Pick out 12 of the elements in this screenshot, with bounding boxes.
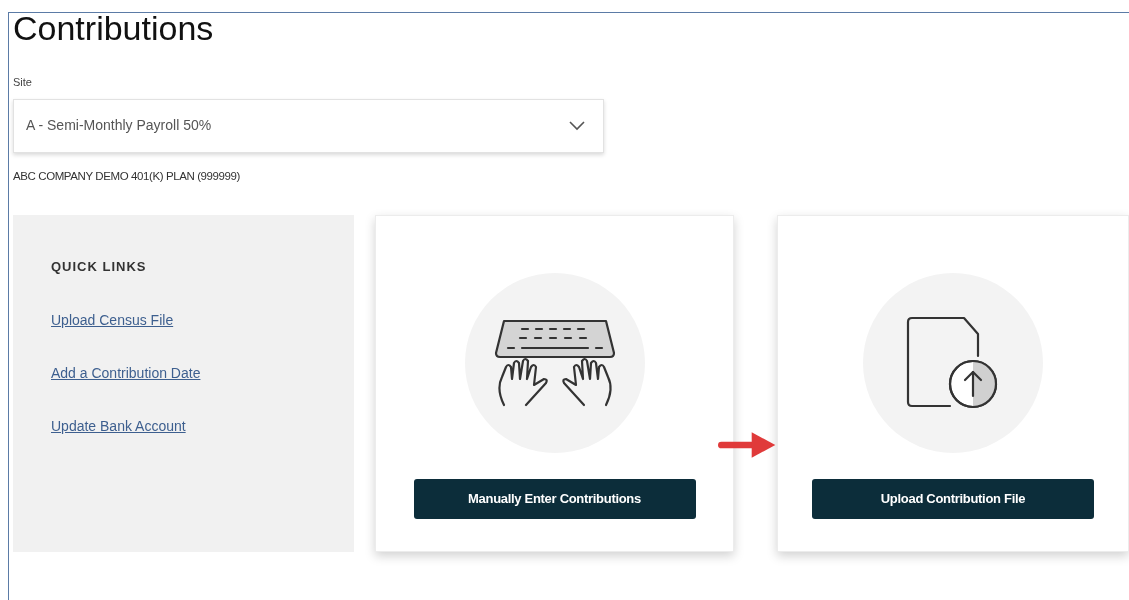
field-label: Site <box>13 75 33 90</box>
site-select[interactable]: A - Semi-Monthly Payroll 50% <box>13 98 604 153</box>
panel-heading: QUICK LINKS <box>51 257 148 276</box>
quick-link[interactable]: Add a Contribution Date <box>51 363 201 385</box>
chevron-down-icon <box>569 120 585 131</box>
quick-link[interactable]: Upload Census File <box>51 310 174 332</box>
option-button[interactable]: Upload Contribution File <box>812 478 1094 519</box>
plan-name: ABC COMPANY DEMO 401(K) PLAN (999999) <box>13 168 241 184</box>
file-upload-icon <box>906 315 1000 410</box>
quick-link[interactable]: Update Bank Account <box>51 416 186 438</box>
page-title: Contributions <box>13 10 215 46</box>
option-button[interactable]: Manually Enter Contributions <box>413 478 696 519</box>
